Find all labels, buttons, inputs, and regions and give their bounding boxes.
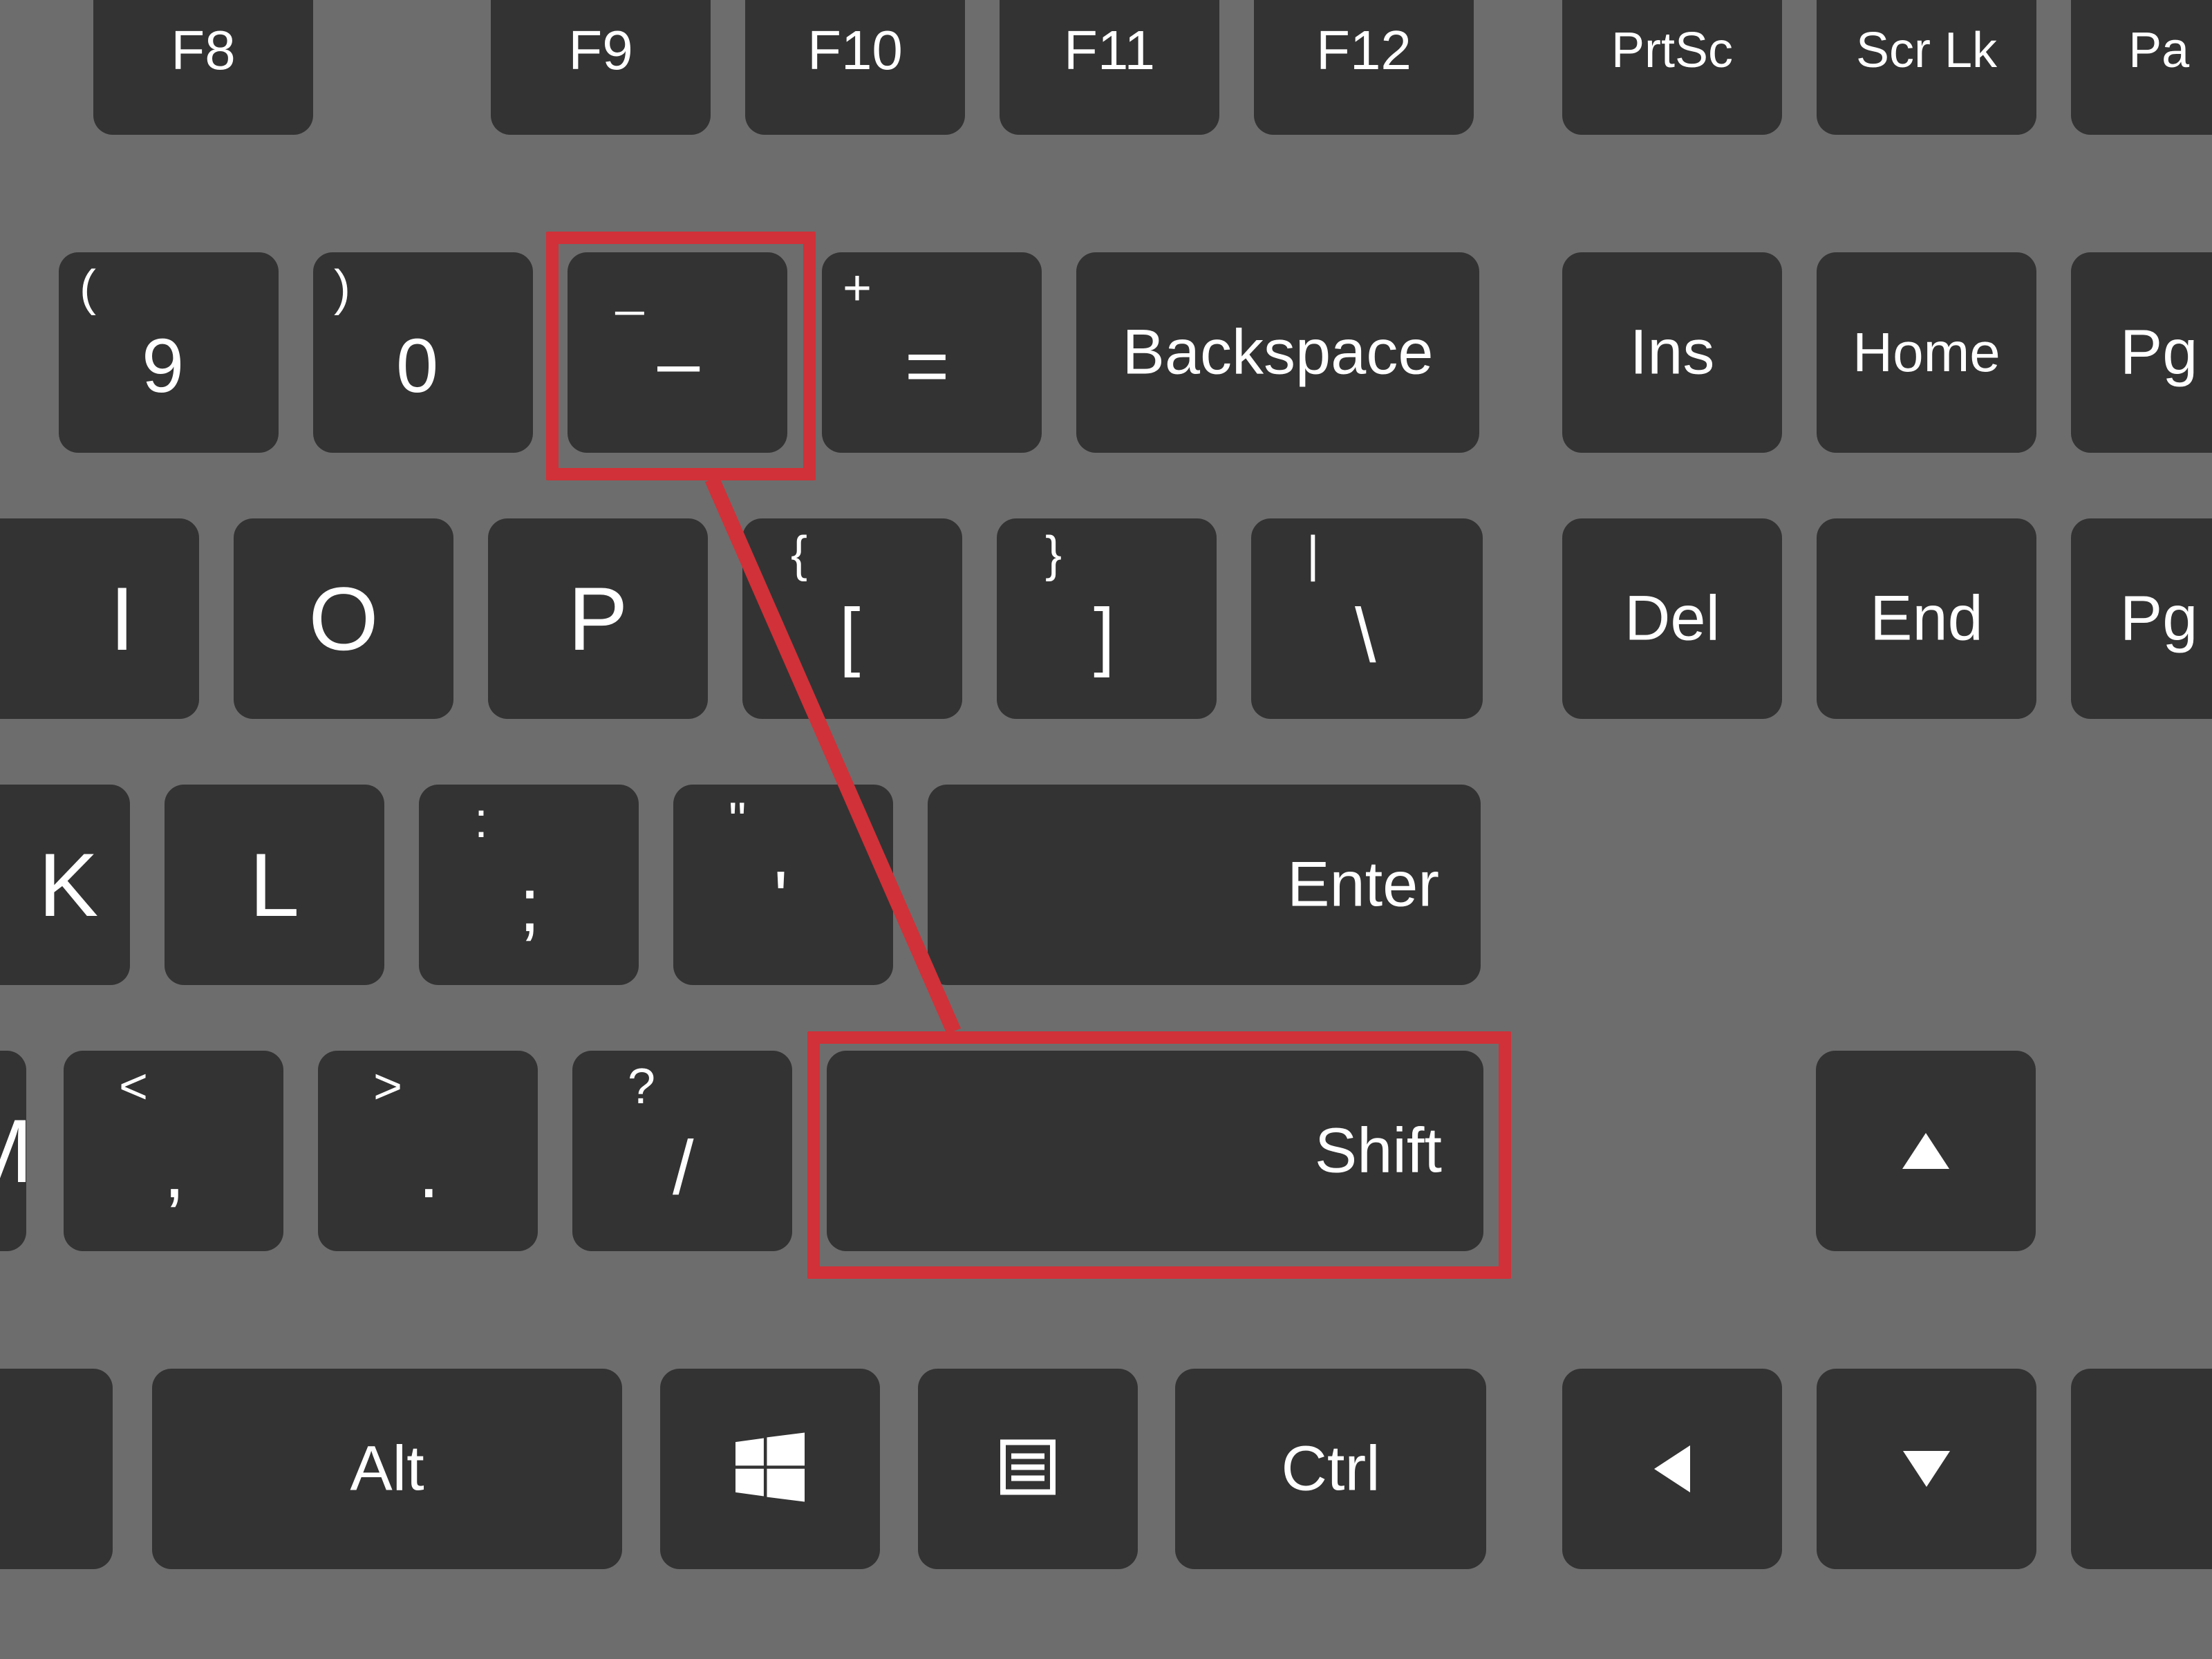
key-k[interactable]: K	[0, 785, 130, 985]
key-bracket-open[interactable]: { [	[742, 518, 962, 719]
key-lower: ]	[1094, 598, 1115, 674]
arrow-up-icon	[1902, 1133, 1949, 1169]
keyboard: F8 F9 F10 F11 F12 PrtSc Scr Lk Pa ( 9 )	[0, 0, 2212, 1659]
key-label: Scr Lk	[1856, 22, 1997, 79]
key-rctrl[interactable]: Ctrl	[1175, 1369, 1486, 1569]
key-upper: "	[729, 796, 747, 845]
key-arrow-right-partial[interactable]	[2071, 1369, 2212, 1569]
key-home[interactable]: Home	[1817, 252, 2036, 453]
menu-icon	[995, 1434, 1061, 1504]
key-period[interactable]: > .	[318, 1051, 538, 1251]
key-equals[interactable]: + =	[822, 252, 1042, 453]
key-upper: }	[1045, 529, 1062, 579]
key-lower: [	[839, 598, 861, 674]
key-lower: 9	[142, 328, 184, 404]
key-letter: O	[308, 574, 378, 664]
key-f12[interactable]: F12	[1254, 0, 1474, 135]
key-letter: I	[110, 574, 135, 664]
key-label: Ctrl	[1281, 1433, 1380, 1506]
key-comma[interactable]: < ,	[64, 1051, 283, 1251]
key-upper: <	[119, 1062, 148, 1112]
key-ralt[interactable]: Alt	[152, 1369, 622, 1569]
key-fn-partial[interactable]	[0, 1369, 113, 1569]
key-del[interactable]: Del	[1562, 518, 1782, 719]
key-letter: M	[0, 1106, 33, 1196]
key-pgdn-partial[interactable]: Pg	[2071, 518, 2212, 719]
key-arrow-left[interactable]	[1562, 1369, 1782, 1569]
highlight-shift-key	[807, 1031, 1511, 1279]
key-label: PrtSc	[1611, 22, 1733, 79]
key-letter: P	[568, 574, 628, 664]
key-f9[interactable]: F9	[491, 0, 711, 135]
key-label: Pg	[2120, 583, 2198, 655]
key-l[interactable]: L	[165, 785, 384, 985]
key-prtsc[interactable]: PrtSc	[1562, 0, 1782, 135]
key-end[interactable]: End	[1817, 518, 2036, 719]
number-row: ( 9 ) 0 _ – + = Backspace Ins Home Pg	[0, 135, 2212, 335]
key-upper: )	[334, 263, 350, 313]
key-slash[interactable]: ? /	[572, 1051, 792, 1251]
key-upper: |	[1306, 529, 1320, 579]
key-9[interactable]: ( 9	[59, 252, 279, 453]
key-f11[interactable]: F11	[1000, 0, 1219, 135]
windows-icon	[735, 1433, 805, 1506]
key-arrow-up[interactable]	[1816, 1051, 2036, 1251]
key-upper: +	[843, 263, 872, 313]
key-menu[interactable]	[918, 1369, 1138, 1569]
key-enter[interactable]: Enter	[928, 785, 1481, 985]
key-pgup-partial[interactable]: Pg	[2071, 252, 2212, 453]
key-quote[interactable]: " '	[673, 785, 893, 985]
key-pause-partial[interactable]: Pa	[2071, 0, 2212, 135]
key-i[interactable]: I	[0, 518, 199, 719]
key-arrow-down[interactable]	[1817, 1369, 2036, 1569]
function-row: F8 F9 F10 F11 F12 PrtSc Scr Lk Pa	[0, 0, 2212, 135]
key-f10[interactable]: F10	[745, 0, 965, 135]
key-letter: L	[250, 840, 299, 930]
key-label: F8	[171, 19, 235, 82]
key-lower: ;	[519, 868, 541, 944]
key-m-partial[interactable]: M	[0, 1051, 26, 1251]
key-win[interactable]	[660, 1369, 880, 1569]
key-label: F11	[1064, 19, 1155, 82]
key-backspace[interactable]: Backspace	[1076, 252, 1479, 453]
key-f8[interactable]: F8	[93, 0, 313, 135]
key-lower: =	[905, 328, 949, 404]
key-label: End	[1870, 583, 1983, 655]
highlight-minus-key	[546, 232, 816, 480]
key-label: Pg	[2120, 317, 2198, 389]
key-label: F10	[807, 19, 903, 82]
key-label: F9	[568, 19, 632, 82]
key-label: Ins	[1630, 317, 1715, 389]
key-bracket-close[interactable]: } ]	[997, 518, 1217, 719]
key-upper: >	[373, 1062, 402, 1112]
key-label: Alt	[350, 1433, 424, 1506]
key-lower: .	[418, 1134, 440, 1210]
key-upper: {	[791, 529, 807, 579]
key-label: Del	[1624, 583, 1720, 655]
key-upper: (	[79, 263, 96, 313]
key-scrlk[interactable]: Scr Lk	[1817, 0, 2036, 135]
key-letter: K	[39, 840, 99, 930]
key-label: F12	[1316, 19, 1412, 82]
key-0[interactable]: ) 0	[313, 252, 533, 453]
key-lower: ,	[164, 1134, 185, 1210]
key-ins[interactable]: Ins	[1562, 252, 1782, 453]
arrow-down-icon	[1903, 1451, 1950, 1487]
arrow-left-icon	[1654, 1445, 1690, 1492]
key-label: Backspace	[1122, 317, 1433, 389]
key-upper: :	[474, 796, 488, 845]
key-lower: 0	[396, 328, 438, 404]
key-lower: /	[673, 1130, 694, 1206]
key-label: Pa	[2128, 22, 2189, 79]
key-label: Home	[1853, 321, 2000, 384]
key-lower: '	[774, 861, 788, 937]
key-o[interactable]: O	[234, 518, 453, 719]
key-lower: \	[1355, 598, 1376, 674]
key-semicolon[interactable]: : ;	[419, 785, 639, 985]
key-upper: ?	[628, 1062, 655, 1112]
key-backslash[interactable]: | \	[1251, 518, 1483, 719]
key-p[interactable]: P	[488, 518, 708, 719]
key-label: Enter	[1287, 849, 1439, 921]
